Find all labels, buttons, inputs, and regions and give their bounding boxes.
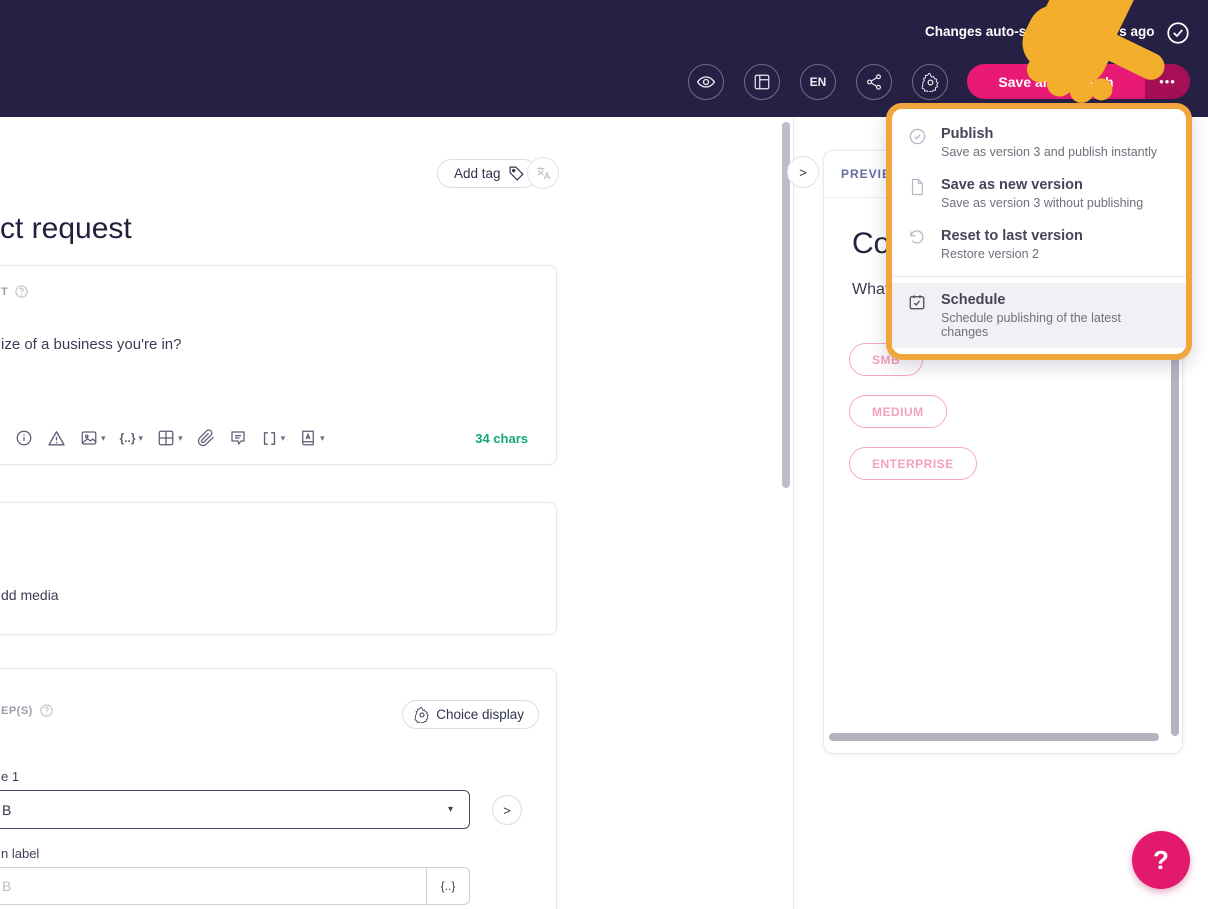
warning-icon[interactable] bbox=[47, 429, 66, 448]
glossary-icon[interactable]: ▾ bbox=[299, 429, 325, 447]
help-icon[interactable] bbox=[14, 284, 29, 299]
expand-choice-button[interactable]: > bbox=[492, 795, 522, 825]
question-text[interactable]: ize of a business you're in? bbox=[1, 336, 181, 353]
chevron-right-icon: > bbox=[503, 802, 511, 818]
button-label-input[interactable] bbox=[0, 867, 426, 905]
choice-pill-medium[interactable]: MEDIUM bbox=[849, 395, 947, 428]
menu-item-title: Reset to last version bbox=[941, 228, 1083, 244]
language-button[interactable]: EN bbox=[800, 64, 836, 100]
check-circle-icon bbox=[908, 126, 928, 159]
menu-item-title: Save as new version bbox=[941, 177, 1083, 193]
preview-vertical-scrollbar[interactable] bbox=[1171, 351, 1179, 736]
menu-item-save-new-version[interactable]: Save as new version Save as version 3 wi… bbox=[892, 168, 1186, 219]
button-label-input-row: {..} bbox=[0, 867, 470, 905]
choice-display-label: Choice display bbox=[436, 707, 524, 722]
char-count: 34 chars bbox=[475, 430, 528, 446]
choice-pill-enterprise[interactable]: ENTERPRISE bbox=[849, 447, 977, 480]
next-steps-card: EP(S) Choice display e 1 B ▾ > n label {… bbox=[0, 668, 557, 909]
save-more-button[interactable]: ••• bbox=[1145, 64, 1190, 99]
info-icon[interactable] bbox=[15, 429, 33, 447]
insert-variable-button[interactable]: {..} bbox=[426, 867, 470, 905]
calendar-check-icon bbox=[908, 292, 928, 339]
chevron-down-icon: ▾ bbox=[447, 804, 453, 815]
preview-choices: SMB MEDIUM ENTERPRISE bbox=[849, 343, 977, 480]
question-card: T ize of a business you're in? ▾ {..} ▾ ▾… bbox=[0, 265, 557, 465]
choice-select-value: B bbox=[2, 801, 12, 818]
share-button[interactable] bbox=[856, 64, 892, 100]
next-steps-label: EP(S) bbox=[1, 703, 54, 718]
attachment-icon[interactable] bbox=[197, 429, 215, 447]
language-badge: EN bbox=[809, 75, 827, 89]
menu-item-reset-version[interactable]: Reset to last version Restore version 2 bbox=[892, 219, 1186, 270]
menu-item-title: Schedule bbox=[941, 292, 1006, 308]
preview-eye-button[interactable] bbox=[688, 64, 724, 100]
autosave-status: Changes auto-sav s ago bbox=[925, 24, 1155, 39]
autosave-status-right: s ago bbox=[1119, 24, 1155, 39]
question-label-text: T bbox=[1, 285, 9, 298]
question-toolbar: ▾ {..} ▾ ▾ ▾ ▾ 34 chars bbox=[15, 424, 528, 452]
survey-title[interactable]: ct request bbox=[0, 212, 132, 246]
settings-icon bbox=[921, 72, 940, 92]
translate-icon bbox=[535, 165, 552, 182]
layout-icon bbox=[753, 73, 771, 91]
undo-icon bbox=[908, 228, 928, 261]
share-icon bbox=[865, 73, 883, 91]
layout-button[interactable] bbox=[744, 64, 780, 100]
menu-item-title: Publish bbox=[941, 126, 994, 142]
choice-display-button[interactable]: Choice display bbox=[402, 700, 539, 729]
add-media-link[interactable]: dd media bbox=[1, 587, 59, 603]
image-icon[interactable]: ▾ bbox=[80, 429, 106, 447]
panel-divider bbox=[793, 117, 794, 909]
brackets-icon[interactable]: ▾ bbox=[261, 430, 285, 447]
translate-button[interactable] bbox=[527, 157, 559, 189]
menu-item-subtitle: Restore version 2 bbox=[941, 247, 1039, 261]
next-steps-label-text: EP(S) bbox=[1, 704, 33, 717]
menu-item-subtitle: Save as version 3 and publish instantly bbox=[941, 145, 1158, 159]
collapse-preview-button[interactable]: > bbox=[787, 156, 819, 188]
menu-item-subtitle: Save as version 3 without publishing bbox=[941, 196, 1144, 210]
chevron-right-icon: > bbox=[799, 164, 807, 180]
variable-icon[interactable]: {..} ▾ bbox=[120, 431, 144, 445]
add-tag-label: Add tag bbox=[454, 166, 501, 181]
preview-horizontal-scrollbar[interactable] bbox=[829, 733, 1159, 741]
media-card: dd media bbox=[0, 502, 557, 635]
button-label-field-label: n label bbox=[1, 846, 40, 861]
top-bar: Changes auto-sav s ago EN Save and publi… bbox=[0, 0, 1208, 117]
settings-button[interactable] bbox=[912, 64, 948, 100]
autosave-status-left: Changes auto-sav bbox=[925, 24, 1042, 39]
tag-icon bbox=[508, 165, 525, 182]
menu-item-subtitle: Schedule publishing of the latest change… bbox=[941, 311, 1121, 339]
menu-divider bbox=[892, 276, 1186, 277]
add-tag-button[interactable]: Add tag bbox=[437, 159, 538, 188]
save-split-button: Save and publish ••• bbox=[967, 64, 1190, 99]
settings-icon bbox=[414, 706, 430, 723]
choice-select[interactable]: B ▾ bbox=[0, 790, 470, 829]
eye-icon bbox=[696, 72, 716, 92]
menu-item-schedule[interactable]: Schedule Schedule publishing of the late… bbox=[892, 283, 1186, 348]
menu-item-publish[interactable]: Publish Save as version 3 and publish in… bbox=[892, 117, 1186, 168]
choice-field-label: e 1 bbox=[1, 769, 20, 784]
preview-question-text: What bbox=[852, 281, 890, 298]
help-button[interactable]: ? bbox=[1132, 831, 1190, 889]
question-card-label: T bbox=[1, 284, 29, 299]
save-and-publish-button[interactable]: Save and publish bbox=[967, 64, 1145, 99]
help-icon[interactable] bbox=[39, 703, 54, 718]
table-icon[interactable]: ▾ bbox=[157, 429, 183, 447]
save-options-menu: Publish Save as version 3 and publish in… bbox=[886, 103, 1192, 360]
file-icon bbox=[908, 177, 928, 210]
topbar-icon-row: EN bbox=[688, 64, 948, 100]
comment-icon[interactable] bbox=[229, 429, 247, 447]
check-circle-icon bbox=[1165, 20, 1191, 46]
